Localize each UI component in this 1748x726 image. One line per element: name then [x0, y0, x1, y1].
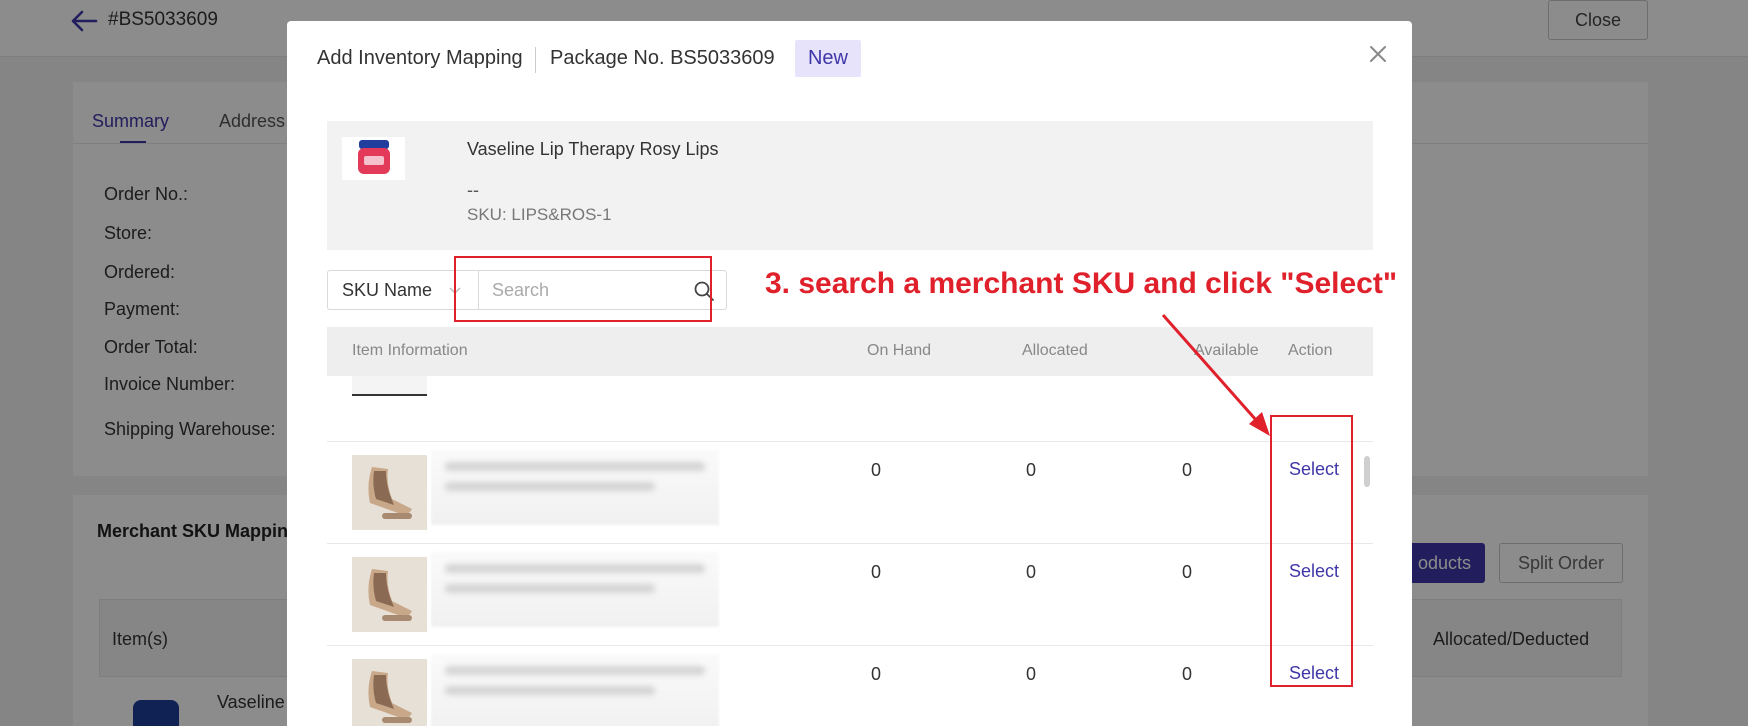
col-on-hand: On Hand: [867, 342, 932, 359]
item-thumbnail: [352, 659, 427, 726]
product-name: Vaseline Lip Therapy Rosy Lips: [467, 139, 719, 159]
product-sku: SKU: LIPS&ROS-1: [467, 205, 612, 224]
modal-title: Add Inventory Mapping: [317, 47, 523, 69]
blurred-text: [445, 564, 705, 573]
table-row: 0 0 0 Select: [327, 543, 1373, 645]
partial-row-thumbnail: [352, 376, 427, 396]
table-scrollbar[interactable]: [1364, 456, 1370, 487]
annotation-search-highlight: [454, 256, 712, 322]
product-variant: --: [467, 180, 479, 200]
available-value: 0: [1181, 460, 1192, 480]
table-row: 0 0 0 Select: [327, 441, 1373, 543]
on-hand-value: 0: [870, 562, 881, 582]
blurred-text: [445, 482, 655, 491]
item-thumbnail: [352, 455, 427, 530]
product-info-box: Vaseline Lip Therapy Rosy Lips -- SKU: L…: [327, 121, 1373, 250]
on-hand-value: 0: [870, 460, 881, 480]
allocated-value: 0: [1025, 460, 1036, 480]
col-allocated: Allocated: [1022, 342, 1088, 359]
massage-chair-icon: [352, 659, 427, 726]
blurred-text: [445, 584, 655, 593]
close-icon[interactable]: [1368, 44, 1388, 64]
item-thumbnail: [352, 557, 427, 632]
massage-chair-icon: [352, 455, 427, 530]
add-inventory-mapping-modal: Add Inventory Mapping Package No. BS5033…: [287, 21, 1412, 726]
available-value: 0: [1181, 664, 1192, 684]
blurred-text: [445, 666, 705, 675]
massage-chair-icon: [352, 557, 427, 632]
allocated-value: 0: [1025, 562, 1036, 582]
table-row: 0 0 0 Select: [327, 645, 1373, 726]
table-header: Item Information On Hand Allocated Avail…: [327, 327, 1373, 376]
allocated-value: 0: [1025, 664, 1036, 684]
product-thumbnail: [342, 137, 405, 180]
annotation-instruction: 3. search a merchant SKU and click "Sele…: [765, 267, 1398, 300]
on-hand-value: 0: [870, 664, 881, 684]
col-item-information: Item Information: [352, 342, 468, 359]
col-action: Action: [1288, 342, 1333, 359]
col-available: Available: [1194, 342, 1259, 359]
blurred-text: [445, 686, 655, 695]
inventory-table[interactable]: 0 0 0 Select 0 0 0 Select 0 0 0 Select: [327, 376, 1373, 726]
title-divider: [535, 47, 536, 73]
annotation-select-highlight: [1270, 415, 1353, 687]
lip-tin-icon: [358, 140, 390, 174]
filter-select-value: SKU Name: [342, 280, 433, 300]
blurred-text: [445, 462, 705, 471]
package-number: Package No. BS5033609: [550, 47, 775, 69]
available-value: 0: [1181, 562, 1192, 582]
status-badge: New: [795, 40, 861, 77]
